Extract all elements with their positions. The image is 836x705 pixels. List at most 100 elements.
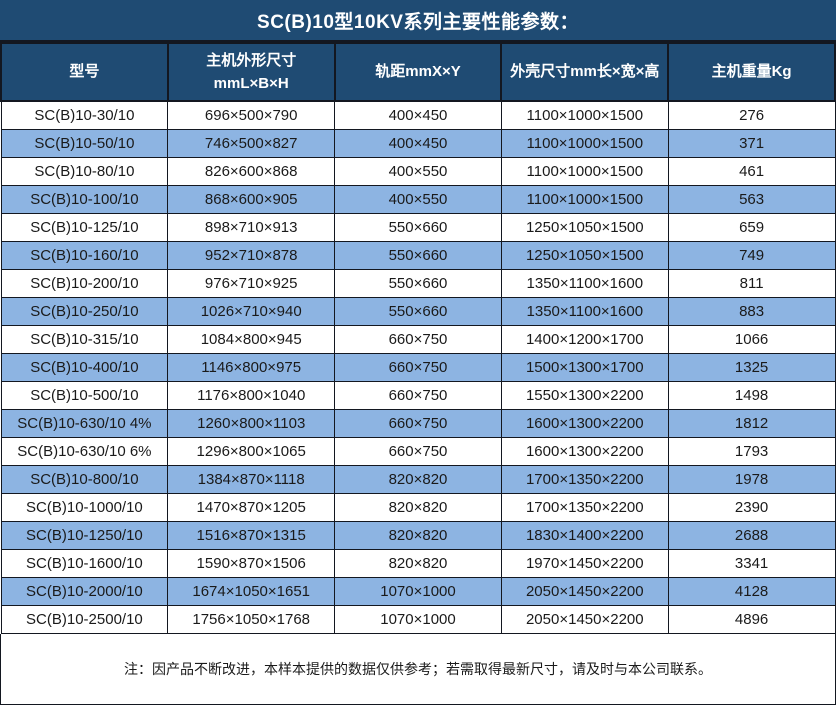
col-header-model: 型号 (1, 44, 168, 101)
table-cell: 820×820 (335, 522, 502, 550)
table-cell: 400×450 (335, 130, 502, 158)
table-cell: 1756×1050×1768 (168, 606, 335, 634)
col-header-shell-dimensions-line1: 外壳尺寸mm长×宽×高 (504, 60, 665, 83)
table-cell: 4896 (668, 606, 835, 634)
table-cell: SC(B)10-630/10 6% (1, 438, 168, 466)
table-cell: 1812 (668, 410, 835, 438)
table-cell: 550×660 (335, 270, 502, 298)
table-cell: 550×660 (335, 242, 502, 270)
table-cell: SC(B)10-315/10 (1, 326, 168, 354)
col-header-main-dimensions-line2: mmL×B×H (171, 72, 332, 95)
table-cell: 1384×870×1118 (168, 466, 335, 494)
table-cell: 1830×1400×2200 (501, 522, 668, 550)
table-cell: 371 (668, 130, 835, 158)
table-cell: 660×750 (335, 438, 502, 466)
table-cell: SC(B)10-1250/10 (1, 522, 168, 550)
table-cell: 1978 (668, 466, 835, 494)
col-header-main-dimensions-line1: 主机外形尺寸 (171, 49, 332, 72)
table-cell: 1470×870×1205 (168, 494, 335, 522)
table-cell: 976×710×925 (168, 270, 335, 298)
table-row: SC(B)10-2000/101674×1050×16511070×100020… (1, 578, 835, 606)
table-row: SC(B)10-125/10898×710×913550×6601250×105… (1, 214, 835, 242)
table-cell: 563 (668, 186, 835, 214)
table-cell: 883 (668, 298, 835, 326)
footer-note: 注：因产品不断改进，本样本提供的数据仅供参考；若需取得最新尺寸，请及时与本公司联… (0, 634, 836, 705)
table-cell: 1516×870×1315 (168, 522, 335, 550)
table-cell: 660×750 (335, 354, 502, 382)
table-cell: 1350×1100×1600 (501, 298, 668, 326)
table-row: SC(B)10-2500/101756×1050×17681070×100020… (1, 606, 835, 634)
table-cell: SC(B)10-2500/10 (1, 606, 168, 634)
table-cell: 1970×1450×2200 (501, 550, 668, 578)
table-cell: 749 (668, 242, 835, 270)
page-title: SC(B)10型10KV系列主要性能参数： (0, 0, 836, 44)
table-row: SC(B)10-630/10 6%1296×800×1065660×750160… (1, 438, 835, 466)
table-cell: 1146×800×975 (168, 354, 335, 382)
table-cell: 1100×1000×1500 (501, 130, 668, 158)
table-row: SC(B)10-1250/101516×870×1315820×8201830×… (1, 522, 835, 550)
table-row: SC(B)10-400/101146×800×975660×7501500×13… (1, 354, 835, 382)
table-cell: 400×550 (335, 158, 502, 186)
table-cell: 1500×1300×1700 (501, 354, 668, 382)
table-cell: 1100×1000×1500 (501, 158, 668, 186)
table-cell: SC(B)10-1000/10 (1, 494, 168, 522)
table-row: SC(B)10-80/10826×600×868400×5501100×1000… (1, 158, 835, 186)
table-cell: SC(B)10-160/10 (1, 242, 168, 270)
table-cell: 820×820 (335, 550, 502, 578)
table-row: SC(B)10-800/101384×870×1118820×8201700×1… (1, 466, 835, 494)
table-cell: 1674×1050×1651 (168, 578, 335, 606)
table-cell: 898×710×913 (168, 214, 335, 242)
col-header-weight: 主机重量Kg (668, 44, 835, 101)
col-header-rail-gauge: 轨距mmX×Y (335, 44, 502, 101)
table-cell: 400×450 (335, 101, 502, 130)
table-cell: 1400×1200×1700 (501, 326, 668, 354)
table-cell: 1296×800×1065 (168, 438, 335, 466)
table-row: SC(B)10-1600/101590×870×1506820×8201970×… (1, 550, 835, 578)
table-cell: 550×660 (335, 298, 502, 326)
spec-table: 型号 主机外形尺寸 mmL×B×H 轨距mmX×Y 外壳尺寸mm长×宽×高 主机… (0, 44, 836, 634)
table-cell: SC(B)10-100/10 (1, 186, 168, 214)
table-row: SC(B)10-50/10746×500×827400×4501100×1000… (1, 130, 835, 158)
table-cell: 2688 (668, 522, 835, 550)
table-cell: 1176×800×1040 (168, 382, 335, 410)
table-cell: 1070×1000 (335, 578, 502, 606)
table-cell: 696×500×790 (168, 101, 335, 130)
table-cell: SC(B)10-30/10 (1, 101, 168, 130)
col-header-weight-line1: 主机重量Kg (671, 60, 832, 83)
table-cell: 660×750 (335, 326, 502, 354)
table-cell: SC(B)10-80/10 (1, 158, 168, 186)
table-cell: 2050×1450×2200 (501, 578, 668, 606)
table-cell: 1700×1350×2200 (501, 494, 668, 522)
table-cell: 1066 (668, 326, 835, 354)
table-cell: 1325 (668, 354, 835, 382)
table-cell: SC(B)10-250/10 (1, 298, 168, 326)
table-cell: SC(B)10-400/10 (1, 354, 168, 382)
table-cell: SC(B)10-1600/10 (1, 550, 168, 578)
table-cell: 1590×870×1506 (168, 550, 335, 578)
table-cell: 1026×710×940 (168, 298, 335, 326)
table-cell: 811 (668, 270, 835, 298)
table-cell: 826×600×868 (168, 158, 335, 186)
table-cell: 820×820 (335, 494, 502, 522)
table-cell: 868×600×905 (168, 186, 335, 214)
table-cell: 461 (668, 158, 835, 186)
table-cell: 1550×1300×2200 (501, 382, 668, 410)
table-cell: 746×500×827 (168, 130, 335, 158)
col-header-shell-dimensions: 外壳尺寸mm长×宽×高 (501, 44, 668, 101)
table-cell: SC(B)10-630/10 4% (1, 410, 168, 438)
table-row: SC(B)10-200/10976×710×925550×6601350×110… (1, 270, 835, 298)
table-cell: SC(B)10-50/10 (1, 130, 168, 158)
table-row: SC(B)10-315/101084×800×945660×7501400×12… (1, 326, 835, 354)
table-row: SC(B)10-1000/101470×870×1205820×8201700×… (1, 494, 835, 522)
table-cell: SC(B)10-200/10 (1, 270, 168, 298)
table-cell: 3341 (668, 550, 835, 578)
table-row: SC(B)10-30/10696×500×790400×4501100×1000… (1, 101, 835, 130)
table-cell: 1250×1050×1500 (501, 242, 668, 270)
table-cell: 659 (668, 214, 835, 242)
table-cell: 1600×1300×2200 (501, 410, 668, 438)
table-cell: 1793 (668, 438, 835, 466)
table-cell: 660×750 (335, 382, 502, 410)
col-header-model-line1: 型号 (4, 60, 165, 83)
table-cell: 1100×1000×1500 (501, 186, 668, 214)
table-row: SC(B)10-630/10 4%1260×800×1103660×750160… (1, 410, 835, 438)
